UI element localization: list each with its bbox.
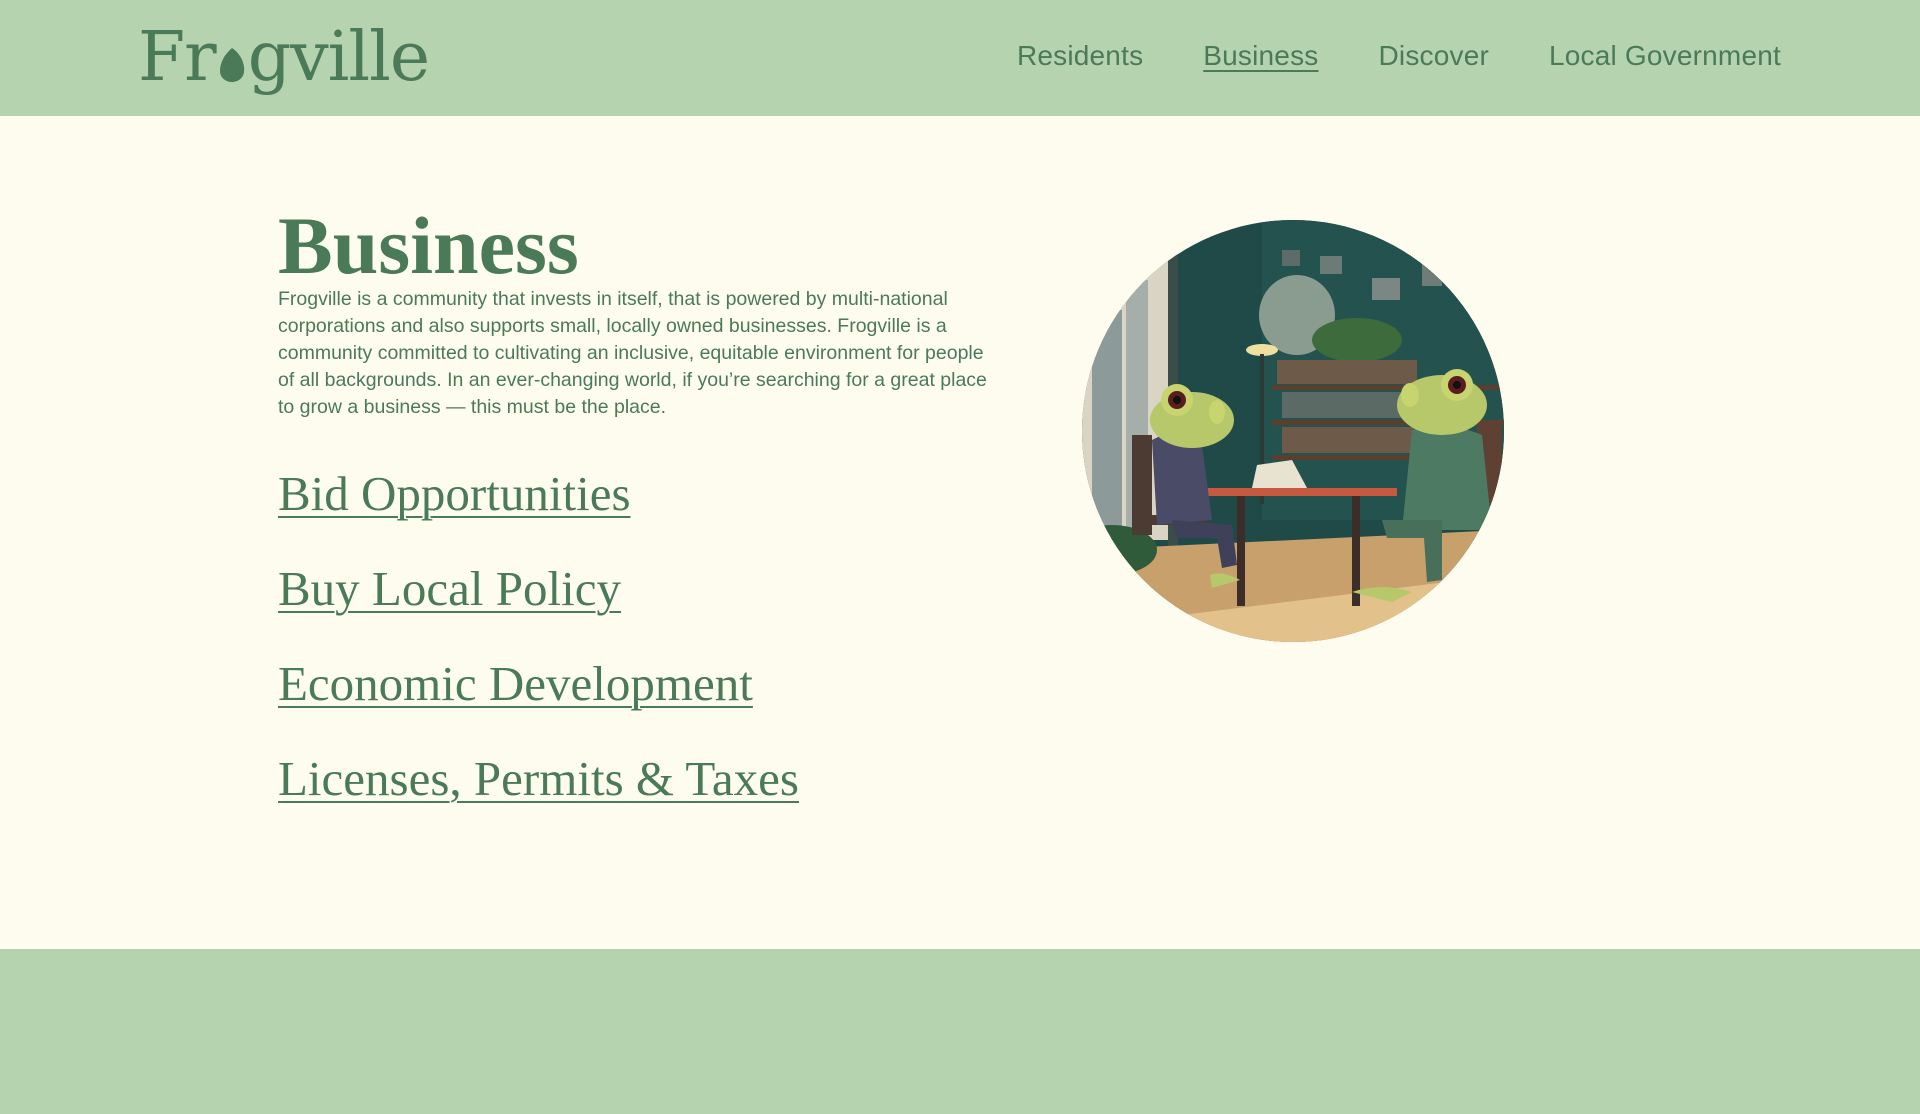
frog-business-illustration <box>1082 220 1504 642</box>
hero-illustration-svg <box>1082 220 1504 642</box>
main-content: Business Frogville is a community that i… <box>0 116 1920 949</box>
logo-text-pre: Fr <box>138 18 217 97</box>
link-bid-opportunities[interactable]: Bid Opportunities <box>278 446 799 541</box>
logo-text-post: gville <box>247 18 430 97</box>
page-title: Business <box>278 200 579 291</box>
nav-residents[interactable]: Residents <box>1017 40 1143 72</box>
site-header: Fr gville Residents Business Discover Loc… <box>0 0 1920 116</box>
site-logo[interactable]: Fr gville <box>138 14 430 102</box>
link-licenses-permits-taxes[interactable]: Licenses, Permits & Taxes <box>278 731 799 826</box>
site-footer <box>0 949 1920 1114</box>
link-buy-local-policy[interactable]: Buy Local Policy <box>278 541 799 636</box>
business-links: Bid Opportunities Buy Local Policy Econo… <box>278 446 799 826</box>
frog-egg-icon <box>219 48 244 82</box>
nav-local-government[interactable]: Local Government <box>1549 40 1781 72</box>
intro-paragraph: Frogville is a community that invests in… <box>278 288 987 418</box>
nav-discover[interactable]: Discover <box>1378 40 1489 72</box>
main-nav: Residents Business Discover Local Govern… <box>1017 40 1781 72</box>
link-economic-development[interactable]: Economic Development <box>278 636 799 731</box>
nav-business[interactable]: Business <box>1203 40 1318 72</box>
